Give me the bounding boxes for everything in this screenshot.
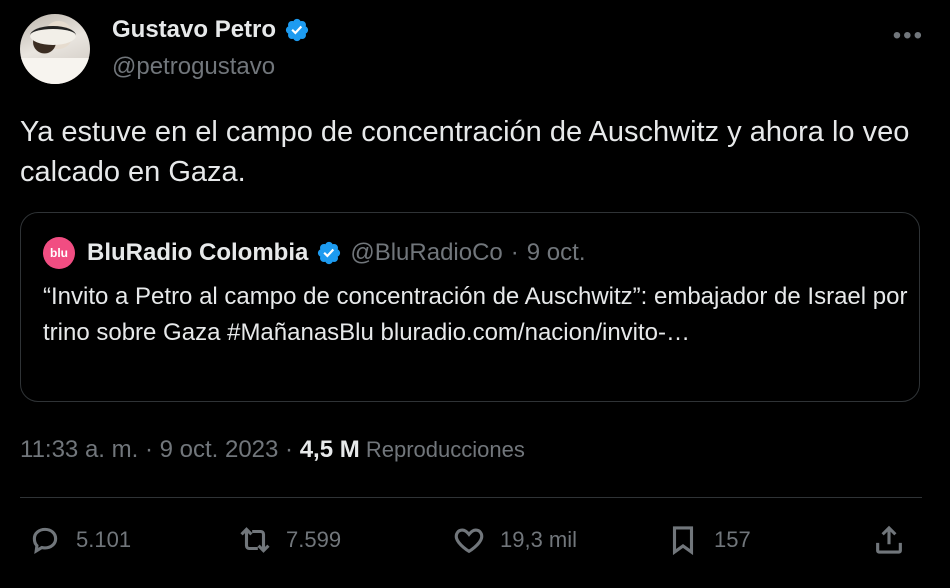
- action-bar: 5.101 7.599 19,3 mil 157: [20, 516, 922, 564]
- quoted-author-name: BluRadio Colombia: [87, 239, 309, 266]
- retweet-count: 7.599: [286, 527, 342, 552]
- author-name-row: Gustavo Petro: [112, 16, 310, 44]
- bookmark-button[interactable]: 157: [666, 516, 751, 564]
- more-icon[interactable]: •••: [893, 22, 924, 50]
- quoted-tweet-text: “Invito a Petro al campo de concentració…: [43, 283, 908, 346]
- retweet-icon: [240, 527, 270, 553]
- like-icon: [454, 528, 484, 554]
- quoted-tweet-card[interactable]: blu BluRadio Colombia @BluRadioCo · 9 oc…: [20, 212, 920, 402]
- author-avatar[interactable]: [20, 14, 90, 84]
- bookmark-icon: [672, 526, 694, 556]
- share-icon: [876, 525, 902, 554]
- quoted-author-avatar: blu: [43, 237, 75, 269]
- reply-button[interactable]: 5.101: [28, 516, 131, 564]
- like-count: 19,3 mil: [500, 527, 578, 552]
- quoted-date: 9 oct.: [526, 239, 586, 266]
- verified-badge-icon: [318, 241, 341, 265]
- retweet-button[interactable]: 7.599: [238, 516, 341, 564]
- views-label: Reproducciones: [359, 437, 525, 462]
- quoted-separator: ·: [510, 239, 519, 266]
- quoted-tweet-header: blu BluRadio Colombia @BluRadioCo · 9 oc…: [43, 237, 585, 269]
- author-display-name[interactable]: Gustavo Petro: [112, 16, 276, 44]
- tweet-text: Ya estuve en el campo de concentración d…: [20, 116, 910, 188]
- tweet-meta: 11:33 a. m. · 9 oct. 2023 · 4,5 M Reprod…: [20, 436, 525, 464]
- like-button[interactable]: 19,3 mil: [452, 516, 577, 564]
- quoted-author-handle: @BluRadioCo: [350, 239, 503, 266]
- bookmark-count: 157: [714, 527, 751, 552]
- divider: [20, 497, 922, 498]
- verified-badge-icon: [285, 18, 309, 42]
- author-handle[interactable]: @petrogustavo: [112, 53, 275, 81]
- reply-count: 5.101: [76, 527, 132, 552]
- share-button[interactable]: [872, 516, 906, 564]
- views-count: 4,5 M: [299, 436, 360, 463]
- reply-icon: [32, 527, 58, 554]
- tweet-timestamp[interactable]: 11:33 a. m. · 9 oct. 2023 ·: [20, 436, 300, 463]
